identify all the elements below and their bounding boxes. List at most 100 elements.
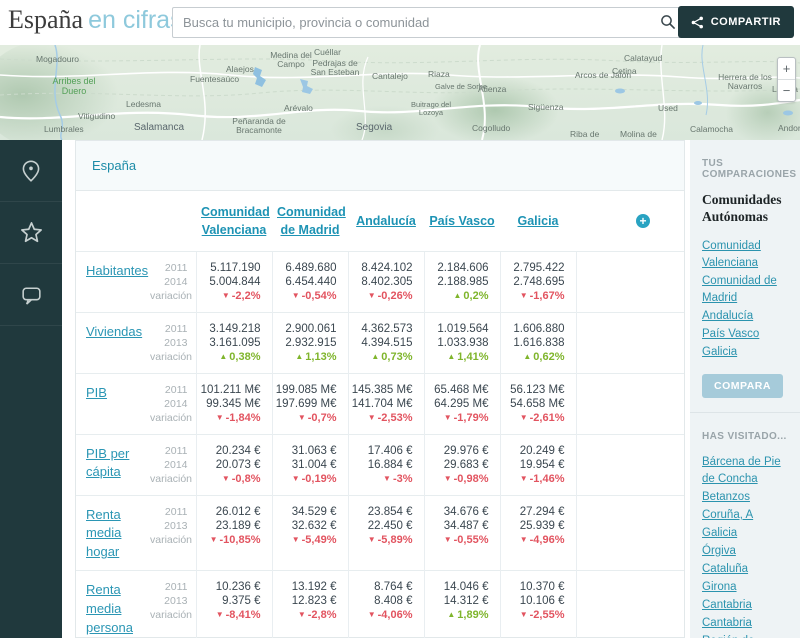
arrow-up-icon: ▲ [523, 351, 532, 361]
visited-title: HAS VISITADO... [702, 430, 787, 442]
variation-value: ▼ -1,84% [215, 411, 261, 424]
nav-favorites-button[interactable] [0, 202, 62, 264]
variation-value: ▼ -0,19% [291, 472, 337, 485]
map-place-label: Vitigudino [78, 111, 116, 121]
share-button[interactable]: COMPARTIR [677, 6, 794, 38]
arrow-down-icon: ▼ [367, 290, 376, 300]
arrow-down-icon: ▼ [443, 534, 452, 544]
data-cell: 27.294 €25.939 € ▼ -4,96% [499, 494, 576, 571]
table-row: Renta media hogar 2011 2013 variación 26.012… [76, 494, 684, 571]
variation-value: ▼ -2,55% [519, 609, 565, 622]
data-cell: 20.234 €20.073 € ▼ -0,8% [195, 433, 272, 495]
variation-value: ▼ -0,8% [221, 472, 261, 485]
map-place-label: Salamanca [134, 122, 185, 133]
visited-link[interactable]: Órgiva [702, 543, 790, 560]
logo-primary: España [8, 5, 84, 34]
visited-link[interactable]: Betanzos [702, 489, 790, 506]
arrow-down-icon: ▼ [215, 412, 224, 422]
metric-link[interactable]: PIB per cápita [86, 446, 129, 480]
visited-link[interactable]: Bárcena de Pie de Concha [702, 454, 790, 488]
year-labels: 2011 2013 variación [150, 311, 196, 373]
metric-link[interactable]: Viviendas [86, 324, 142, 339]
metric-link[interactable]: Renta media hogar [86, 507, 121, 560]
visited-links: Bárcena de Pie de Concha Betanzos Coruña, … [702, 454, 790, 638]
visited-link[interactable]: Región de Murcia [702, 633, 790, 638]
compare-button[interactable]: COMPARA [702, 373, 783, 398]
variation-value: ▼ -2,53% [367, 411, 413, 424]
data-cell: 20.249 €19.954 € ▼ -1,46% [499, 433, 576, 495]
arrow-up-icon: ▲ [295, 351, 304, 361]
site-logo[interactable]: España en cifras [8, 5, 183, 35]
variation-value: ▲ 0,73% [371, 350, 413, 363]
visited-section: HAS VISITADO... Bárcena de Pie de Concha… [690, 413, 800, 638]
data-cell: 10.236 €9.375 € ▼ -8,41% [195, 570, 272, 638]
visited-link[interactable]: Coruña, A [702, 507, 790, 524]
add-column-icon[interactable]: + [636, 213, 650, 228]
arrow-down-icon: ▼ [443, 412, 452, 422]
arrow-up-icon: ▲ [453, 290, 462, 300]
map-canvas[interactable]: Mogadouro Arribes del Duero Vitigudino Lumb… [0, 45, 800, 140]
visited-link[interactable]: Cantabria [702, 615, 790, 632]
map-place-label: Mogadouro [36, 54, 80, 64]
arrow-down-icon: ▼ [367, 610, 376, 620]
variation-value: ▲ 1,41% [447, 350, 489, 363]
comparison-link[interactable]: País Vasco [702, 326, 790, 343]
data-cell: 6.489.680 6.454.440 ▼ -0,54% [271, 250, 348, 312]
zoom-in-button[interactable]: + [778, 58, 795, 80]
map-zoom-control: + − [777, 57, 796, 102]
variation-value: ▼ -0,54% [291, 289, 337, 302]
metric-link[interactable]: Habitantes [86, 263, 148, 278]
map-place-label: Segovia [356, 122, 393, 133]
arrow-down-icon: ▼ [209, 534, 218, 544]
comparison-link[interactable]: Andalucía [702, 308, 790, 325]
breadcrumb-link[interactable]: España [92, 158, 136, 173]
nav-feedback-button[interactable] [0, 264, 62, 326]
map-place-label: Cantalejo [372, 71, 408, 81]
map-place-label: Used [658, 103, 678, 113]
variation-value: ▼ -2,8% [297, 609, 337, 622]
variation-value: ▲ 0,2% [453, 289, 489, 302]
arrow-down-icon: ▼ [221, 290, 230, 300]
variation-value: ▼ -1,46% [519, 472, 565, 485]
arrow-down-icon: ▼ [519, 534, 528, 544]
variation-value: ▲ 1,13% [295, 350, 337, 363]
column-header-link[interactable]: Galicia [518, 214, 559, 228]
column-header-link[interactable]: Andalucía [356, 214, 416, 228]
comparison-link[interactable]: Comunidad de Madrid [702, 273, 790, 307]
map-place-label: Pedrajas de San Esteban [310, 58, 360, 78]
page: Españaen cifras COMPARTIR [0, 0, 800, 638]
map-place-label: Calatayud [624, 53, 663, 63]
top-bar: Españaen cifras COMPARTIR [0, 0, 800, 45]
table-body: Habitantes 2011 2014 variación 5.117.190 5.00… [76, 250, 684, 638]
variation-value: ▼ -1,79% [443, 411, 489, 424]
nav-map-button[interactable] [0, 140, 62, 202]
visited-link[interactable]: Galicia [702, 525, 790, 542]
comparison-link[interactable]: Galicia [702, 344, 790, 361]
metric-link[interactable]: Renta media persona [86, 582, 133, 635]
metric-link[interactable]: PIB [86, 385, 107, 400]
search-input[interactable] [172, 7, 685, 38]
map-place-label: Cuéllar [314, 47, 341, 57]
data-cell: 34.676 €34.487 € ▼ -0,55% [423, 494, 500, 571]
column-header-link[interactable]: Comunidad de Madrid [277, 205, 346, 237]
comparison-link[interactable]: Comunidad Valenciana [702, 238, 790, 272]
search-icon[interactable] [660, 14, 676, 30]
variation-value: ▼ -10,85% [209, 533, 261, 546]
column-header-link[interactable]: País Vasco [429, 214, 494, 228]
variation-value: ▼ -2,61% [519, 411, 565, 424]
data-cell: 26.012 €23.189 € ▼ -10,85% [195, 494, 272, 571]
arrow-down-icon: ▼ [291, 290, 300, 300]
data-cell: 2.184.606 2.188.985 ▲ 0,2% [423, 250, 500, 312]
arrow-up-icon: ▲ [371, 351, 380, 361]
data-cell: 34.529 €32.632 € ▼ -5,49% [271, 494, 348, 571]
data-cell: 199.085 M€ 197.699 M€ ▼ -0,7% [271, 372, 348, 434]
column-header-link[interactable]: Comunidad Valenciana [201, 205, 270, 237]
table-row: Viviendas 2011 2013 variación 3.149.218 3.161… [76, 311, 684, 373]
zoom-out-button[interactable]: − [778, 80, 795, 101]
visited-link[interactable]: Cataluña [702, 561, 790, 578]
star-icon [20, 222, 42, 243]
visited-link[interactable]: Girona [702, 579, 790, 596]
data-cell: 2.900.061 2.932.915 ▲ 1,13% [271, 311, 348, 373]
visited-link[interactable]: Cantabria [702, 597, 790, 614]
map-pin-icon [22, 160, 40, 182]
